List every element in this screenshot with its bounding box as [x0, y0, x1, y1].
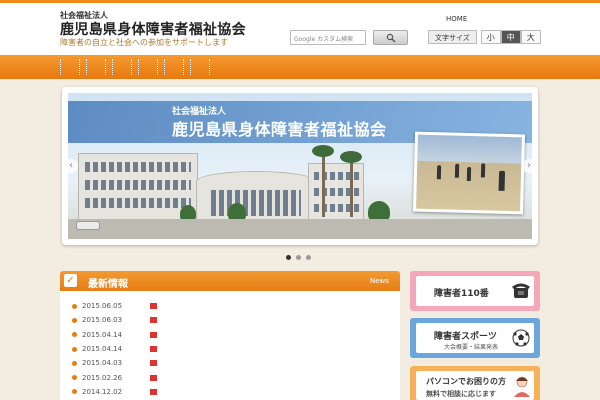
nav-item-2[interactable] — [86, 59, 106, 75]
font-size-large[interactable]: 大 — [520, 30, 541, 44]
font-size-small[interactable]: 小 — [480, 30, 501, 44]
news-list: 2015.06.05 2015.06.03 2015.04.14 2015.04… — [72, 299, 392, 399]
banner-title: 障害者スポーツ — [434, 332, 497, 342]
search-icon — [386, 33, 395, 42]
new-icon — [150, 360, 157, 367]
sports-photo — [412, 131, 526, 215]
checkmark-icon: ✓ — [64, 274, 77, 287]
search-input[interactable]: Google カスタム検索 — [290, 30, 366, 45]
site-tagline: 障害者の自立と社会への参加をサポートします — [60, 38, 228, 47]
bullet-icon — [72, 389, 77, 395]
news-header: ✓ 最新情報 News — [60, 271, 400, 291]
news-more-link[interactable]: News — [370, 277, 389, 285]
font-size-label: 文字サイズ — [428, 30, 477, 44]
nav-item-4[interactable] — [138, 59, 158, 75]
banner-disability-110[interactable]: 障害者110番 — [410, 271, 540, 311]
bullet-icon — [72, 332, 77, 338]
new-icon — [150, 388, 157, 395]
top-link-home[interactable]: HOME — [440, 15, 473, 24]
slider-pagination — [286, 255, 311, 260]
nav-item-6[interactable] — [190, 59, 210, 75]
search-button[interactable] — [373, 30, 408, 45]
new-icon — [150, 374, 157, 381]
font-size-switcher: 文字サイズ 小 中 大 — [428, 29, 541, 45]
list-item[interactable]: 2015.06.03 — [72, 313, 392, 327]
slider-dot-1[interactable] — [286, 255, 291, 260]
new-icon — [150, 331, 157, 338]
soccer-ball-icon — [512, 329, 530, 347]
hero-slider: 社会福祉法人 鹿児島県身体障害者福祉協会 ‹ › — [62, 87, 538, 245]
list-item[interactable]: 2015.02.26 — [72, 370, 392, 384]
person-icon — [514, 376, 530, 397]
list-item[interactable]: 2014.12.02 — [72, 385, 392, 399]
news-title: 最新情報 — [88, 279, 128, 290]
list-item[interactable]: 2015.04.03 — [72, 356, 392, 370]
bullet-icon — [72, 360, 77, 366]
slider-dot-2[interactable] — [296, 255, 301, 260]
site-logo-title[interactable]: 鹿児島県身体障害者福祉協会 — [60, 19, 246, 39]
building-rotunda — [196, 171, 316, 223]
bullet-icon — [72, 375, 77, 381]
list-item[interactable]: 2015.06.05 — [72, 299, 392, 313]
nav-item-1[interactable] — [60, 59, 80, 75]
banner-pc-support[interactable]: パソコンでお困りの方 無料で相談に応じます — [410, 366, 540, 400]
slide-title: 鹿児島県身体障害者福祉協会 — [172, 120, 387, 139]
banner-disability-sports[interactable]: 障害者スポーツ 大会概要・結果発表 — [410, 318, 540, 358]
hero-slide-image: 社会福祉法人 鹿児島県身体障害者福祉協会 — [68, 93, 532, 239]
list-item[interactable]: 2015.04.14 — [72, 342, 392, 356]
bullet-icon — [72, 303, 77, 309]
building-right — [308, 163, 364, 223]
nav-item-3[interactable] — [112, 59, 132, 75]
bullet-icon — [72, 346, 77, 352]
news-panel: ✓ 最新情報 News 2015.06.05 2015.06.03 2015.0… — [60, 271, 400, 400]
telephone-icon — [512, 283, 530, 298]
site-header: 社会福祉法人 鹿児島県身体障害者福祉協会 障害者の自立と社会への参加をサポートし… — [0, 3, 600, 55]
main-nav — [0, 55, 600, 79]
banner-title: パソコンでお困りの方 — [426, 377, 506, 386]
slider-dot-3[interactable] — [306, 255, 311, 260]
new-icon — [150, 346, 157, 353]
banner-subtitle: 大会概要・結果発表 — [444, 344, 499, 351]
top-links: HOME — [440, 13, 499, 25]
bullet-icon — [72, 317, 77, 323]
slider-prev-button[interactable]: ‹ — [64, 159, 78, 173]
banner-title: 障害者110番 — [434, 289, 489, 299]
font-size-medium[interactable]: 中 — [500, 30, 521, 44]
new-icon — [150, 303, 157, 310]
slider-next-button[interactable]: › — [522, 159, 536, 173]
banner-subtitle: 無料で相談に応じます — [426, 390, 496, 398]
new-icon — [150, 317, 157, 324]
road — [68, 219, 532, 239]
list-item[interactable]: 2015.04.14 — [72, 328, 392, 342]
nav-item-5[interactable] — [164, 59, 184, 75]
